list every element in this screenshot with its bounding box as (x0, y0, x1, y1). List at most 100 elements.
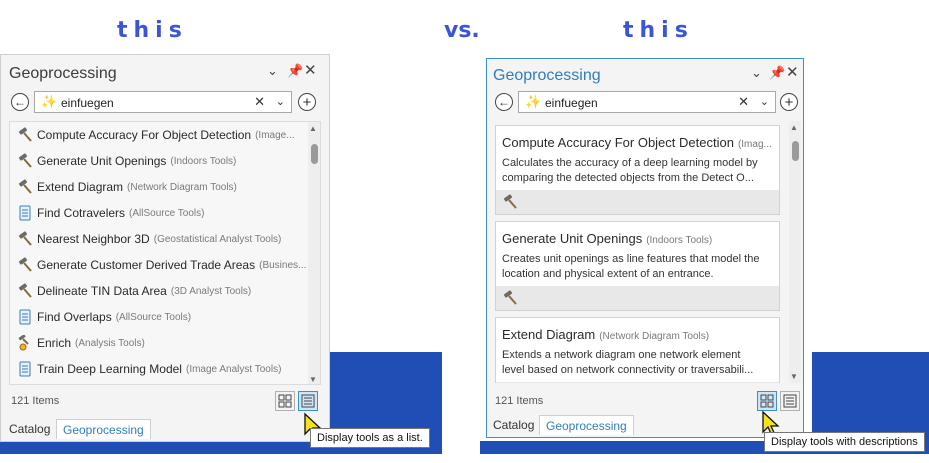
clear-search-icon[interactable]: ✕ (254, 94, 265, 110)
tool-card[interactable]: Compute Accuracy For Object Detection (Im… (495, 125, 780, 215)
tool-description: Extends a network diagram one network el… (502, 349, 754, 376)
tool-list-item[interactable]: Find Cotravelers (AllSource Tools) (10, 200, 320, 226)
tool-card[interactable]: Extend Diagram (Network Diagram Tools) Ext… (495, 317, 780, 383)
sparkle-icon: ✨ (41, 94, 58, 109)
tool-list-item[interactable]: Generate Unit Openings (Indoors Tools) (10, 148, 320, 174)
grid-view-button[interactable] (275, 391, 295, 411)
hammer-icon (17, 179, 33, 195)
clear-search-icon[interactable]: ✕ (738, 94, 749, 110)
toolbox-name: (Indoors Tools) (170, 155, 237, 167)
tool-list-item[interactable]: Generate Customer Derived Trade Areas (Bu… (10, 252, 320, 278)
back-icon[interactable]: ← (11, 93, 29, 111)
list-view-button[interactable] (298, 391, 318, 411)
toolbox-name: (Network Diagram Tools) (127, 181, 237, 193)
pin-icon[interactable]: 📌 (287, 63, 303, 79)
script-tool-icon (17, 361, 33, 377)
tool-name: Find Cotravelers (37, 206, 126, 220)
tool-card[interactable]: Generate Unit Openings (Indoors Tools) Cre… (495, 221, 780, 311)
tool-card-list: Compute Accuracy For Object Detection (Im… (487, 121, 803, 383)
tool-card-header: Compute Accuracy For Object Detection (Im… (502, 134, 772, 152)
pane-title: Geoprocessing (493, 67, 601, 84)
comparison-stage: this vs. this Geoprocessing ⌄ 📌 ✕ ← ✨ ei… (0, 0, 929, 463)
close-icon[interactable]: ✕ (304, 61, 317, 79)
enrich-tool-icon (17, 335, 33, 351)
hammer-icon (17, 127, 33, 143)
toolbox-name: (3D Analyst Tools) (170, 285, 252, 297)
add-icon[interactable]: + (298, 93, 316, 111)
caption-right: this (623, 18, 694, 43)
grid-view-button[interactable] (757, 391, 777, 411)
toolbox-name: (Network Diagram Tools) (599, 331, 710, 342)
tool-name: Train Deep Learning Model (37, 362, 182, 376)
pin-icon[interactable]: 📌 (769, 65, 785, 81)
tool-name: Extend Diagram (37, 180, 124, 194)
pane-title: Geoprocessing (9, 65, 117, 82)
tab-geoprocessing[interactable]: Geoprocessing (56, 419, 151, 439)
scroll-up-icon[interactable]: ▲ (309, 124, 317, 133)
hammer-icon (502, 290, 518, 310)
hammer-icon (17, 283, 33, 299)
search-input[interactable]: ✨ einfuegen ✕ ⌄ (34, 91, 292, 113)
toolbox-name: (Indoors Tools) (646, 235, 713, 246)
tool-description: Calculates the accuracy of a deep learni… (502, 157, 758, 184)
tool-card-footer (496, 286, 779, 310)
tool-list-item[interactable]: Nearest Neighbor 3D (Geostatistical Analy… (10, 226, 320, 252)
hammer-icon (17, 231, 33, 247)
tab-catalog[interactable]: Catalog (487, 415, 540, 435)
scrollbar[interactable]: ▲ ▼ (308, 122, 320, 384)
script-tool-icon (17, 205, 33, 221)
toolbox-name: (Geostatistical Analyst Tools) (153, 233, 282, 245)
tab-geoprocessing[interactable]: Geoprocessing (539, 415, 634, 435)
script-tool-icon (17, 309, 33, 325)
chevron-down-icon[interactable]: ⌄ (760, 95, 769, 108)
scroll-thumb[interactable] (311, 144, 318, 164)
add-icon[interactable]: + (780, 93, 798, 111)
desktop-taskbar-left (0, 441, 330, 454)
back-icon[interactable]: ← (495, 93, 513, 111)
list-view-icon (783, 394, 797, 408)
tool-name: Compute Accuracy For Object Detection (502, 135, 734, 150)
tool-list-item[interactable]: Enrich (Analysis Tools) (10, 330, 320, 356)
desktop-taskbar-right (480, 441, 812, 454)
tool-list-item[interactable]: Compute Accuracy For Object Detection (Im… (10, 122, 320, 148)
tool-list-item[interactable]: Extend Diagram (Network Diagram Tools) (10, 174, 320, 200)
list-view-icon (301, 394, 315, 408)
pane-options-icon[interactable]: ⌄ (751, 65, 762, 81)
items-count: 121 Items (11, 395, 60, 407)
scroll-up-icon[interactable]: ▲ (790, 123, 798, 132)
scroll-down-icon[interactable]: ▼ (790, 372, 798, 381)
tool-name: Find Overlaps (37, 310, 112, 324)
geoprocessing-pane-list: Geoprocessing ⌄ 📌 ✕ ← ✨ einfuegen ✕ ⌄ + … (0, 54, 330, 442)
tool-name: Generate Unit Openings (502, 231, 643, 246)
list-view-button[interactable] (780, 391, 800, 411)
tool-name: Extend Diagram (502, 327, 596, 342)
toolbox-name: (AllSource Tools) (129, 207, 205, 219)
tab-catalog[interactable]: Catalog (3, 419, 56, 439)
caption-left: this (117, 18, 188, 43)
sparkle-icon: ✨ (525, 94, 542, 109)
tool-card-footer (496, 190, 779, 214)
tool-name: Compute Accuracy For Object Detection (37, 128, 252, 142)
hammer-icon (17, 153, 33, 169)
scroll-thumb[interactable] (792, 141, 799, 161)
pane-options-icon[interactable]: ⌄ (267, 63, 278, 79)
toolbox-name: (Imag... (737, 139, 772, 150)
items-count: 121 Items (495, 395, 544, 407)
tool-list-item[interactable]: Find Overlaps (AllSource Tools) (10, 304, 320, 330)
close-icon[interactable]: ✕ (786, 63, 799, 81)
tool-list-item[interactable]: Delineate TIN Data Area (3D Analyst Tools… (10, 278, 320, 304)
geoprocessing-pane-descriptions: Geoprocessing ⌄ 📌 ✕ ← ✨ einfuegen ✕ ⌄ + … (486, 58, 804, 438)
tooltip-list: Display tools as a list. (310, 428, 430, 448)
scrollbar[interactable]: ▲ ▼ (789, 121, 801, 383)
tool-card-header: Extend Diagram (Network Diagram Tools) (502, 326, 709, 344)
toolbox-name: (Image... (255, 129, 295, 141)
toolbox-name: (Busines... (259, 259, 307, 271)
tool-name: Delineate TIN Data Area (37, 284, 167, 298)
tool-card-footer (496, 382, 779, 383)
search-input[interactable]: ✨ einfuegen ✕ ⌄ (518, 91, 776, 113)
scroll-down-icon[interactable]: ▼ (309, 375, 317, 384)
chevron-down-icon[interactable]: ⌄ (276, 95, 285, 108)
tool-name: Generate Unit Openings (37, 154, 167, 168)
tool-list-item[interactable]: Train Deep Learning Model (Image Analyst … (10, 356, 320, 382)
tool-name: Enrich (37, 336, 72, 350)
